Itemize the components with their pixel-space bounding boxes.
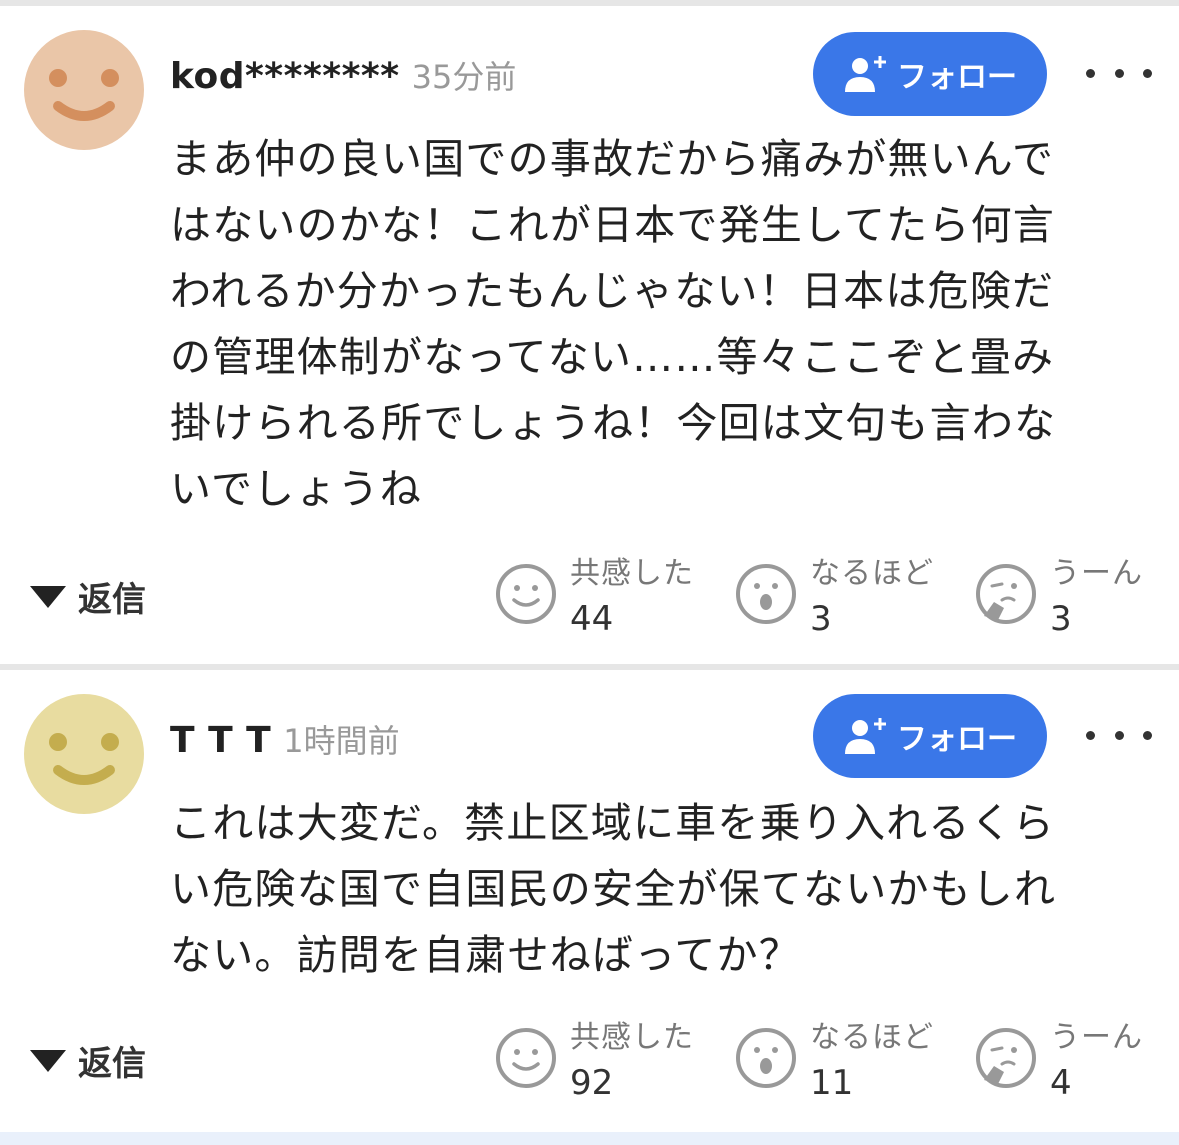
reaction-count: 92 bbox=[570, 1063, 614, 1103]
reaction-count: 3 bbox=[810, 599, 832, 639]
follow-button[interactable]: フォロー bbox=[813, 32, 1047, 116]
username[interactable]: T T T 1時間前 bbox=[170, 716, 400, 762]
surprised-icon bbox=[736, 1028, 796, 1088]
thinking-icon bbox=[976, 564, 1036, 624]
triangle-down-icon bbox=[30, 1049, 66, 1072]
reply-label: 返信 bbox=[78, 580, 146, 620]
reaction-count: 3 bbox=[1050, 599, 1072, 639]
reply-toggle[interactable]: 返信 bbox=[30, 1036, 146, 1085]
follow-label: フォロー bbox=[897, 60, 1017, 95]
reaction-label: なるほど bbox=[810, 1020, 934, 1055]
reaction-agree[interactable]: 共感した 44 bbox=[494, 554, 694, 644]
comment-time: 1時間前 bbox=[283, 722, 400, 760]
triangle-down-icon bbox=[30, 585, 66, 608]
comment-card: kod******** 35分前 フォロー まあ仲の良い国での事故だから痛みが無い… bbox=[0, 6, 1179, 666]
reaction-count: 44 bbox=[570, 599, 614, 639]
avatar[interactable] bbox=[24, 30, 144, 150]
reaction-insightful[interactable]: なるほど 11 bbox=[734, 1018, 934, 1108]
smile-icon bbox=[496, 564, 556, 624]
reaction-label: 共感した bbox=[570, 1020, 694, 1055]
smile-icon bbox=[496, 1028, 556, 1088]
reaction-label: うーん bbox=[1050, 1020, 1143, 1055]
follow-button[interactable]: フォロー bbox=[813, 694, 1047, 778]
avatar-face-icon bbox=[24, 694, 144, 814]
reaction-label: なるほど bbox=[810, 556, 934, 591]
avatar[interactable] bbox=[24, 694, 144, 814]
username-text: kod******** bbox=[170, 56, 400, 97]
more-options-icon[interactable] bbox=[1086, 58, 1152, 88]
reply-label: 返信 bbox=[78, 1044, 146, 1084]
thinking-icon bbox=[976, 1028, 1036, 1088]
reaction-count: 4 bbox=[1050, 1063, 1072, 1103]
comment-text: まあ仲の良い国での事故だから痛みが無いんで はないのかな！これが日本で発生してた… bbox=[170, 135, 1057, 513]
comment-time: 35分前 bbox=[411, 58, 517, 96]
username-text: T T T bbox=[170, 720, 272, 761]
username[interactable]: kod******** 35分前 bbox=[170, 52, 516, 98]
reaction-agree[interactable]: 共感した 92 bbox=[494, 1018, 694, 1108]
reply-toggle[interactable]: 返信 bbox=[30, 572, 146, 621]
comment-text: これは大変だ。禁止区域に車を乗り入れるくら い危険な国で自国民の安全が保てないか… bbox=[170, 799, 1057, 979]
next-section-edge bbox=[0, 1132, 1179, 1145]
reaction-label: 共感した bbox=[570, 556, 694, 591]
reaction-label: うーん bbox=[1050, 556, 1143, 591]
comment-card: T T T 1時間前 フォロー これは大変だ。禁止区域に車を乗り入れるくら い危険… bbox=[0, 670, 1179, 1130]
reaction-insightful[interactable]: なるほど 3 bbox=[734, 554, 934, 644]
reaction-hmm[interactable]: うーん 4 bbox=[974, 1018, 1143, 1108]
add-user-icon bbox=[845, 718, 886, 754]
more-options-icon[interactable] bbox=[1086, 720, 1152, 750]
add-user-icon bbox=[845, 56, 886, 92]
reaction-count: 11 bbox=[810, 1063, 854, 1103]
reaction-hmm[interactable]: うーん 3 bbox=[974, 554, 1143, 644]
follow-label: フォロー bbox=[897, 722, 1017, 757]
surprised-icon bbox=[736, 564, 796, 624]
avatar-face-icon bbox=[24, 30, 144, 150]
